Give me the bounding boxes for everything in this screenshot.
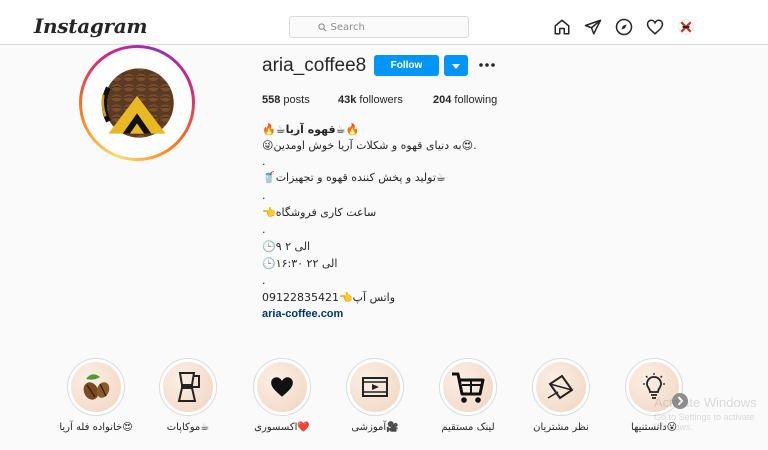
followers-label: followers	[359, 94, 403, 106]
followers-stat[interactable]: 43k followers	[338, 94, 403, 106]
highlight-ring	[439, 358, 497, 416]
posts-label: posts	[283, 94, 310, 106]
explore-compass-icon[interactable]	[615, 18, 633, 36]
bio-dot: .	[262, 274, 266, 287]
bio-line-hours-title: 👈ساعت کاری فروشگاه	[262, 206, 377, 219]
highlight-item[interactable]: لینک مستقیم	[428, 358, 508, 433]
coffee-beans-icon	[83, 374, 110, 400]
follow-button[interactable]: Follow	[374, 55, 439, 76]
highlight-ring	[67, 358, 125, 416]
highlight-label: نظر مشتریان	[533, 422, 589, 433]
top-navbar: Instagram	[0, 8, 768, 45]
bio-line-whatsapp: واتس آپ👈09122835421	[262, 291, 396, 304]
bio-line-products: 🥤تولید و پخش کننده قهوه و تجهیزات☕	[262, 171, 446, 184]
highlight-item[interactable]: ☕موکاپات	[148, 358, 228, 433]
bio-dot: .	[262, 223, 266, 236]
heart-icon	[271, 377, 293, 397]
highlight-cover	[163, 362, 213, 412]
highlight-item[interactable]: 🎥آموزشی	[335, 358, 415, 433]
highlight-cover	[350, 362, 400, 412]
highlight-label: 😍خانواده فله آریا	[59, 422, 133, 433]
followers-count: 43k	[338, 94, 357, 106]
search-icon	[317, 22, 326, 31]
profile-username: aria_coffee8	[262, 55, 367, 76]
direct-message-icon[interactable]	[584, 18, 602, 36]
story-highlights-row: 😍خانواده فله آریا ☕موکاپات ❤️اکسسوری 🎥آم…	[0, 358, 768, 450]
activity-heart-icon[interactable]	[646, 18, 664, 36]
video-film-icon	[362, 377, 388, 397]
profile-avatar-icon[interactable]	[678, 19, 694, 35]
bio-display-name: 🔥☕قهوه آریا☕🔥	[262, 123, 360, 136]
bio-line-hours-evening: 🕒۱۶:۳۰ الی ۲۲	[262, 257, 338, 270]
highlight-item[interactable]: نظر مشتریان	[521, 358, 601, 433]
highlight-label: لینک مستقیم	[441, 422, 495, 433]
highlight-cover	[536, 362, 586, 412]
highlight-label: ☕موکاپات	[166, 422, 210, 433]
home-icon[interactable]	[553, 18, 571, 36]
following-label: following	[454, 94, 498, 106]
highlight-label: ❤️اکسسوری	[254, 422, 310, 433]
windows-activation-watermark: Activate Windows	[654, 395, 757, 410]
highlight-cover	[443, 362, 493, 412]
suggested-accounts-button[interactable]	[444, 55, 468, 76]
posts-stat: 558 posts	[262, 94, 310, 106]
bio-line-hours-morning: 🕒۹ الی ۲	[262, 240, 311, 253]
highlight-cover	[71, 362, 121, 412]
highlight-label: 🎥آموزشی	[351, 422, 399, 433]
browser-top-strip	[0, 0, 768, 8]
moka-pot-icon	[177, 372, 200, 402]
bio-line-welcome: 😜به دنیای قهوه و شکلات آریا خوش اومدین😍.	[262, 139, 477, 152]
profile-picture-frame	[82, 48, 192, 158]
posts-count: 558	[262, 94, 281, 106]
highlight-ring	[253, 358, 311, 416]
bio-dot: .	[262, 155, 266, 168]
highlight-cover	[257, 362, 307, 412]
profile-picture-ring[interactable]	[79, 45, 195, 161]
search-input[interactable]	[330, 21, 441, 33]
search-box[interactable]	[289, 16, 469, 38]
bio-website-link[interactable]: aria-coffee.com	[262, 308, 343, 320]
more-options-icon[interactable]	[478, 57, 496, 73]
highlight-item[interactable]: 😍خانواده فله آریا	[56, 358, 136, 433]
windows-activation-watermark-subtitle: Go to Settings to activate Windows.	[654, 412, 755, 432]
highlight-ring	[159, 358, 217, 416]
highlight-ring	[346, 358, 404, 416]
following-stat[interactable]: 204 following	[433, 94, 497, 106]
highlight-ring	[532, 358, 590, 416]
instagram-logo[interactable]: Instagram	[34, 14, 148, 38]
message-envelope-icon	[547, 374, 574, 400]
highlight-item[interactable]: ❤️اکسسوری	[242, 358, 322, 433]
bio-dot: .	[262, 189, 266, 202]
chevron-down-icon	[452, 64, 460, 69]
shopping-cart-icon	[452, 372, 485, 403]
profile-picture-logo	[86, 52, 188, 154]
following-count: 204	[433, 94, 452, 106]
